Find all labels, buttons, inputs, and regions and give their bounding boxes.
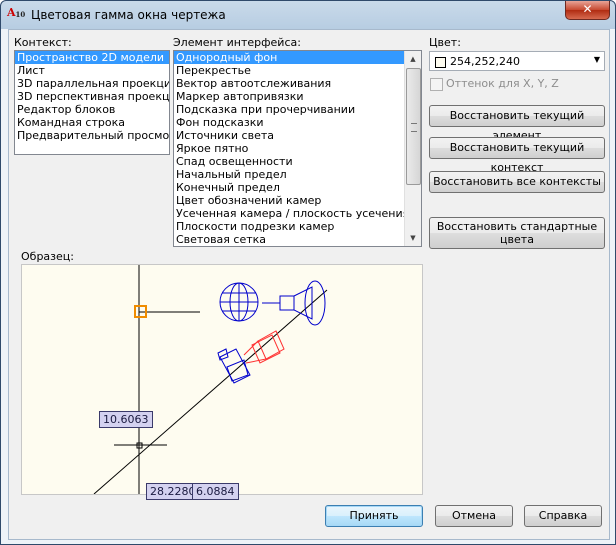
scroll-thumb[interactable] [406, 68, 421, 185]
interface-list-item[interactable]: Начальный предел [174, 168, 421, 181]
interface-element-listbox[interactable]: Однородный фон Перекрестье Вектор автоотсл… [173, 50, 422, 247]
scroll-down-arrow-icon[interactable]: ▼ [405, 230, 421, 246]
window-title: Цветовая гамма окна чертежа [31, 8, 226, 22]
interface-element-label: Элемент интерфейса: [173, 36, 301, 49]
dimension-tooltip-length: 10.6063 [99, 411, 153, 428]
preview-drawing [93, 265, 328, 494]
context-list-item[interactable]: 3D перспективная проекция [15, 90, 169, 103]
camera-lens [217, 348, 229, 361]
context-list-item[interactable]: Редактор блоков [15, 103, 169, 116]
interface-list-item[interactable]: Цвет обозначений камер [174, 194, 421, 207]
ok-button[interactable]: Принять [325, 505, 423, 527]
interface-list-item[interactable]: Перекрестье [174, 64, 421, 77]
dropdown-arrow-icon: ▼ [593, 55, 600, 64]
cancel-button[interactable]: Отмена [435, 505, 513, 527]
restore-current-element-button[interactable]: Восстановить текущий элемент [429, 105, 605, 142]
interface-list-item[interactable]: Подсказка при прочерчивании [174, 103, 421, 116]
autocad-app-icon: A10 [7, 6, 26, 19]
preview-label: Образец: [21, 250, 74, 263]
interface-scrollbar[interactable]: ▲ ▼ [404, 51, 421, 246]
interface-list-item[interactable]: Яркое пятно [174, 142, 421, 155]
restore-default-line2: цвета [500, 233, 534, 246]
interface-element-items: Однородный фон Перекрестье Вектор автоотсл… [174, 51, 421, 246]
interface-list-item[interactable]: Спад освещенности [174, 155, 421, 168]
context-list-item[interactable]: Лист [15, 64, 169, 77]
interface-list-item[interactable]: Усеченная камера / плоскость усечения [174, 207, 421, 220]
dialog-window: A10 Цветовая гамма окна чертежа ✕ Контек… [0, 0, 616, 545]
restore-default-colors-button[interactable]: Восстановить стандартные цвета [429, 217, 605, 249]
context-list-item[interactable]: Командная строка [15, 116, 169, 129]
context-list-item[interactable]: 3D параллельная проекция [15, 77, 169, 90]
context-listbox[interactable]: Пространство 2D модели Лист 3D параллельна… [14, 50, 170, 155]
context-list-item[interactable]: Предварительный просмотр [15, 129, 169, 142]
title-bar[interactable]: A10 Цветовая гамма окна чертежа ✕ [1, 1, 615, 29]
restore-all-contexts-button[interactable]: Восстановить все контексты [429, 171, 605, 193]
interface-list-item[interactable]: Маркер автопривязки [174, 90, 421, 103]
restore-current-context-button[interactable]: Восстановить текущий контекст [429, 137, 605, 174]
interface-list-item[interactable]: Однородный фон [174, 51, 421, 64]
interface-list-item[interactable]: Фон подсказки [174, 116, 421, 129]
interface-list-item[interactable]: Вектор автоотслеживания [174, 77, 421, 90]
color-swatch [435, 57, 446, 68]
interface-list-item[interactable]: Световая сетка [174, 233, 421, 246]
light-glyph-group [219, 280, 326, 326]
context-list-item[interactable]: Пространство 2D модели [15, 51, 169, 64]
tint-xyz-label: Оттенок для X, Y, Z [446, 77, 559, 90]
color-value: 254,252,240 [450, 55, 520, 68]
interface-list-item[interactable]: Конечный предел [174, 181, 421, 194]
spotlight-body-icon [279, 295, 295, 311]
help-button[interactable]: Справка [524, 505, 602, 527]
context-label: Контекст: [14, 36, 72, 49]
scroll-grip-icon [411, 122, 417, 132]
color-dropdown[interactable]: 254,252,240 ▼ [429, 51, 605, 71]
scroll-up-arrow-icon[interactable]: ▲ [405, 51, 421, 67]
color-label: Цвет: [429, 36, 461, 49]
restore-default-line1: Восстановить стандартные [436, 220, 598, 233]
tint-xyz-checkbox[interactable] [430, 78, 443, 91]
close-button[interactable]: ✕ [565, 1, 610, 20]
preview-canvas: 10.6063 28.2280 6.0884 [21, 264, 423, 500]
camera-frustum-group [243, 330, 285, 364]
dimension-input-y: 6.0884 [192, 483, 239, 500]
tracking-vector-diagonal [93, 289, 328, 494]
spotlight-lens [304, 280, 326, 326]
interface-list-item[interactable]: Источники света [174, 129, 421, 142]
interface-list-item[interactable]: Плоскости подрезки камер [174, 220, 421, 233]
spotlight-cone [293, 286, 313, 320]
dialog-body: Контекст: Пространство 2D модели Лист 3D п… [8, 29, 610, 540]
